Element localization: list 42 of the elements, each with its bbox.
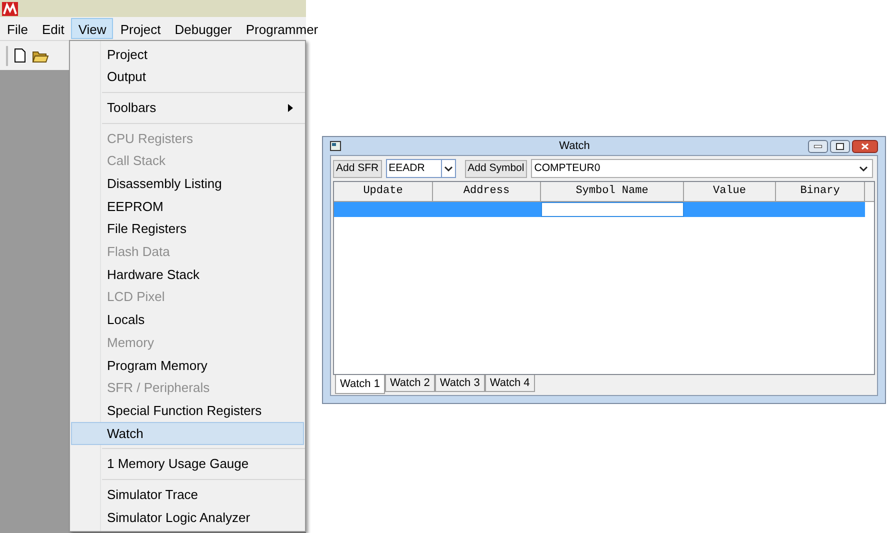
- maximize-icon: [836, 142, 844, 150]
- menu-item[interactable]: File: [0, 18, 35, 39]
- menu-entry[interactable]: Watch: [71, 422, 304, 445]
- symbol-select[interactable]: COMPTEUR0: [531, 159, 874, 178]
- maximize-button[interactable]: [830, 140, 850, 152]
- add-symbol-button[interactable]: Add Symbol: [464, 160, 528, 178]
- menu-entry[interactable]: 1 Memory Usage Gauge: [71, 452, 304, 476]
- menu-entry[interactable]: Simulator Logic Analyzer: [71, 506, 304, 529]
- menu-entry[interactable]: File Registers: [71, 218, 304, 240]
- minimize-button[interactable]: [808, 140, 828, 152]
- menu-entry[interactable]: Simulator Trace: [71, 483, 304, 506]
- tab[interactable]: Watch 3: [434, 375, 485, 392]
- menu-entry[interactable]: Locals: [71, 308, 304, 332]
- minimize-icon: [814, 144, 822, 148]
- app-logo-icon: [2, 2, 18, 16]
- menu-item[interactable]: Programmer: [238, 18, 326, 39]
- menu-item[interactable]: Debugger: [168, 18, 239, 39]
- dropdown-chevron-icon: [859, 166, 868, 172]
- menu-entry[interactable]: Disassembly Listing: [71, 172, 304, 196]
- menu-entry[interactable]: Program Memory: [71, 354, 304, 377]
- close-button[interactable]: [852, 140, 878, 152]
- submenu-arrow-icon: [288, 104, 293, 112]
- menu-item[interactable]: Edit: [34, 18, 72, 39]
- menu-entry[interactable]: Hardware Stack: [71, 263, 304, 286]
- menu-entry[interactable]: Project: [71, 43, 304, 66]
- tab[interactable]: Watch 4: [484, 375, 535, 392]
- menu-entry[interactable]: Toolbars: [71, 96, 304, 120]
- menu-entry[interactable]: EEPROM: [71, 195, 304, 218]
- add-sfr-button[interactable]: Add SFR: [333, 160, 382, 178]
- open-folder-icon[interactable]: [32, 48, 49, 62]
- sfr-select[interactable]: EEADR: [386, 159, 456, 178]
- menu-item[interactable]: View: [71, 18, 114, 39]
- tab[interactable]: Watch 1: [335, 375, 385, 394]
- window-title: Watch: [558, 138, 591, 154]
- menu-entry[interactable]: Special Function Registers: [71, 399, 304, 422]
- menu-item[interactable]: Project: [113, 18, 168, 39]
- menu-entry[interactable]: Output: [71, 66, 304, 88]
- tab[interactable]: Watch 2: [384, 375, 435, 392]
- close-icon: [861, 142, 869, 150]
- window-icon: [330, 141, 341, 151]
- dropdown-chevron-icon: [444, 166, 453, 172]
- new-file-icon[interactable]: [14, 48, 26, 63]
